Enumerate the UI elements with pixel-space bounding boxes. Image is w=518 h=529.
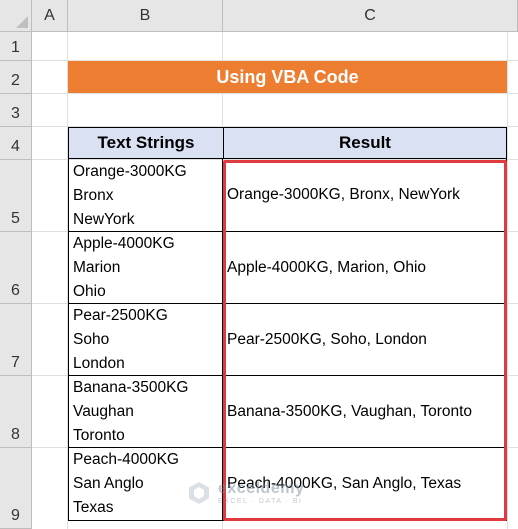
text-line: Marion [73, 259, 121, 276]
result-text: Orange-3000KG, Bronx, NewYork [227, 186, 460, 203]
select-all-triangle-icon [16, 16, 28, 28]
column-header-b[interactable]: B [68, 0, 223, 32]
watermark: exceldemy EXCEL · DATA · BI [186, 480, 304, 506]
header-text-strings[interactable]: Text Strings [68, 127, 224, 159]
text-string-cell[interactable]: Apple-4000KG Marion Ohio [68, 232, 223, 304]
row-header-5[interactable]: 5 [0, 160, 32, 232]
watermark-tagline: EXCEL · DATA · BI [218, 497, 303, 505]
text-line: Ohio [73, 283, 106, 300]
result-cell[interactable]: Banana-3500KG, Vaughan, Toronto [223, 376, 507, 448]
text-line: Toronto [73, 427, 125, 444]
text-line: Orange-3000KG [73, 163, 187, 180]
row-header-9[interactable]: 9 [0, 448, 32, 529]
gridline [32, 93, 518, 94]
text-line: Pear-2500KG [73, 307, 168, 324]
exceldemy-logo-icon [189, 482, 209, 504]
row-header-7[interactable]: 7 [0, 304, 32, 376]
text-line: London [73, 355, 125, 372]
header-result[interactable]: Result [223, 127, 507, 159]
row-header-4[interactable]: 4 [0, 127, 32, 160]
column-header-a[interactable]: A [32, 0, 68, 32]
text-line: Apple-4000KG [73, 235, 175, 252]
text-line: Peach-4000KG [73, 451, 179, 468]
result-cell[interactable]: Pear-2500KG, Soho, London [223, 304, 507, 376]
text-line: Bronx [73, 187, 114, 204]
result-text: Pear-2500KG, Soho, London [227, 330, 427, 348]
text-line: NewYork [73, 211, 135, 228]
watermark-name: exceldemy [218, 479, 305, 497]
column-header-c[interactable]: C [223, 0, 518, 32]
text-string-cell[interactable]: Banana-3500KG Vaughan Toronto [68, 376, 223, 448]
text-string-cell[interactable]: Pear-2500KG Soho London [68, 304, 223, 376]
result-text: Banana-3500KG, Vaughan, Toronto [227, 402, 473, 420]
result-cell[interactable]: Orange-3000KG, Bronx, NewYork [223, 159, 507, 232]
sheet-title[interactable]: Using VBA Code [68, 61, 507, 93]
text-string-cell[interactable]: Orange-3000KG Bronx NewYork [68, 159, 223, 232]
result-cell[interactable]: Apple-4000KG, Marion, Ohio [223, 232, 507, 304]
row-header-1[interactable]: 1 [0, 32, 32, 61]
watermark-text: exceldemy EXCEL · DATA · BI [218, 479, 305, 506]
row-header-8[interactable]: 8 [0, 376, 32, 448]
text-line: Soho [73, 331, 110, 348]
row-header-2[interactable]: 2 [0, 61, 32, 94]
row-header-6[interactable]: 6 [0, 232, 32, 304]
row-header-3[interactable]: 3 [0, 94, 32, 127]
text-line: Vaughan [73, 403, 134, 420]
select-all-corner[interactable] [0, 0, 32, 32]
result-text: Apple-4000KG, Marion, Ohio [227, 258, 427, 276]
text-line: Banana-3500KG [73, 379, 189, 396]
gridline [507, 32, 508, 529]
